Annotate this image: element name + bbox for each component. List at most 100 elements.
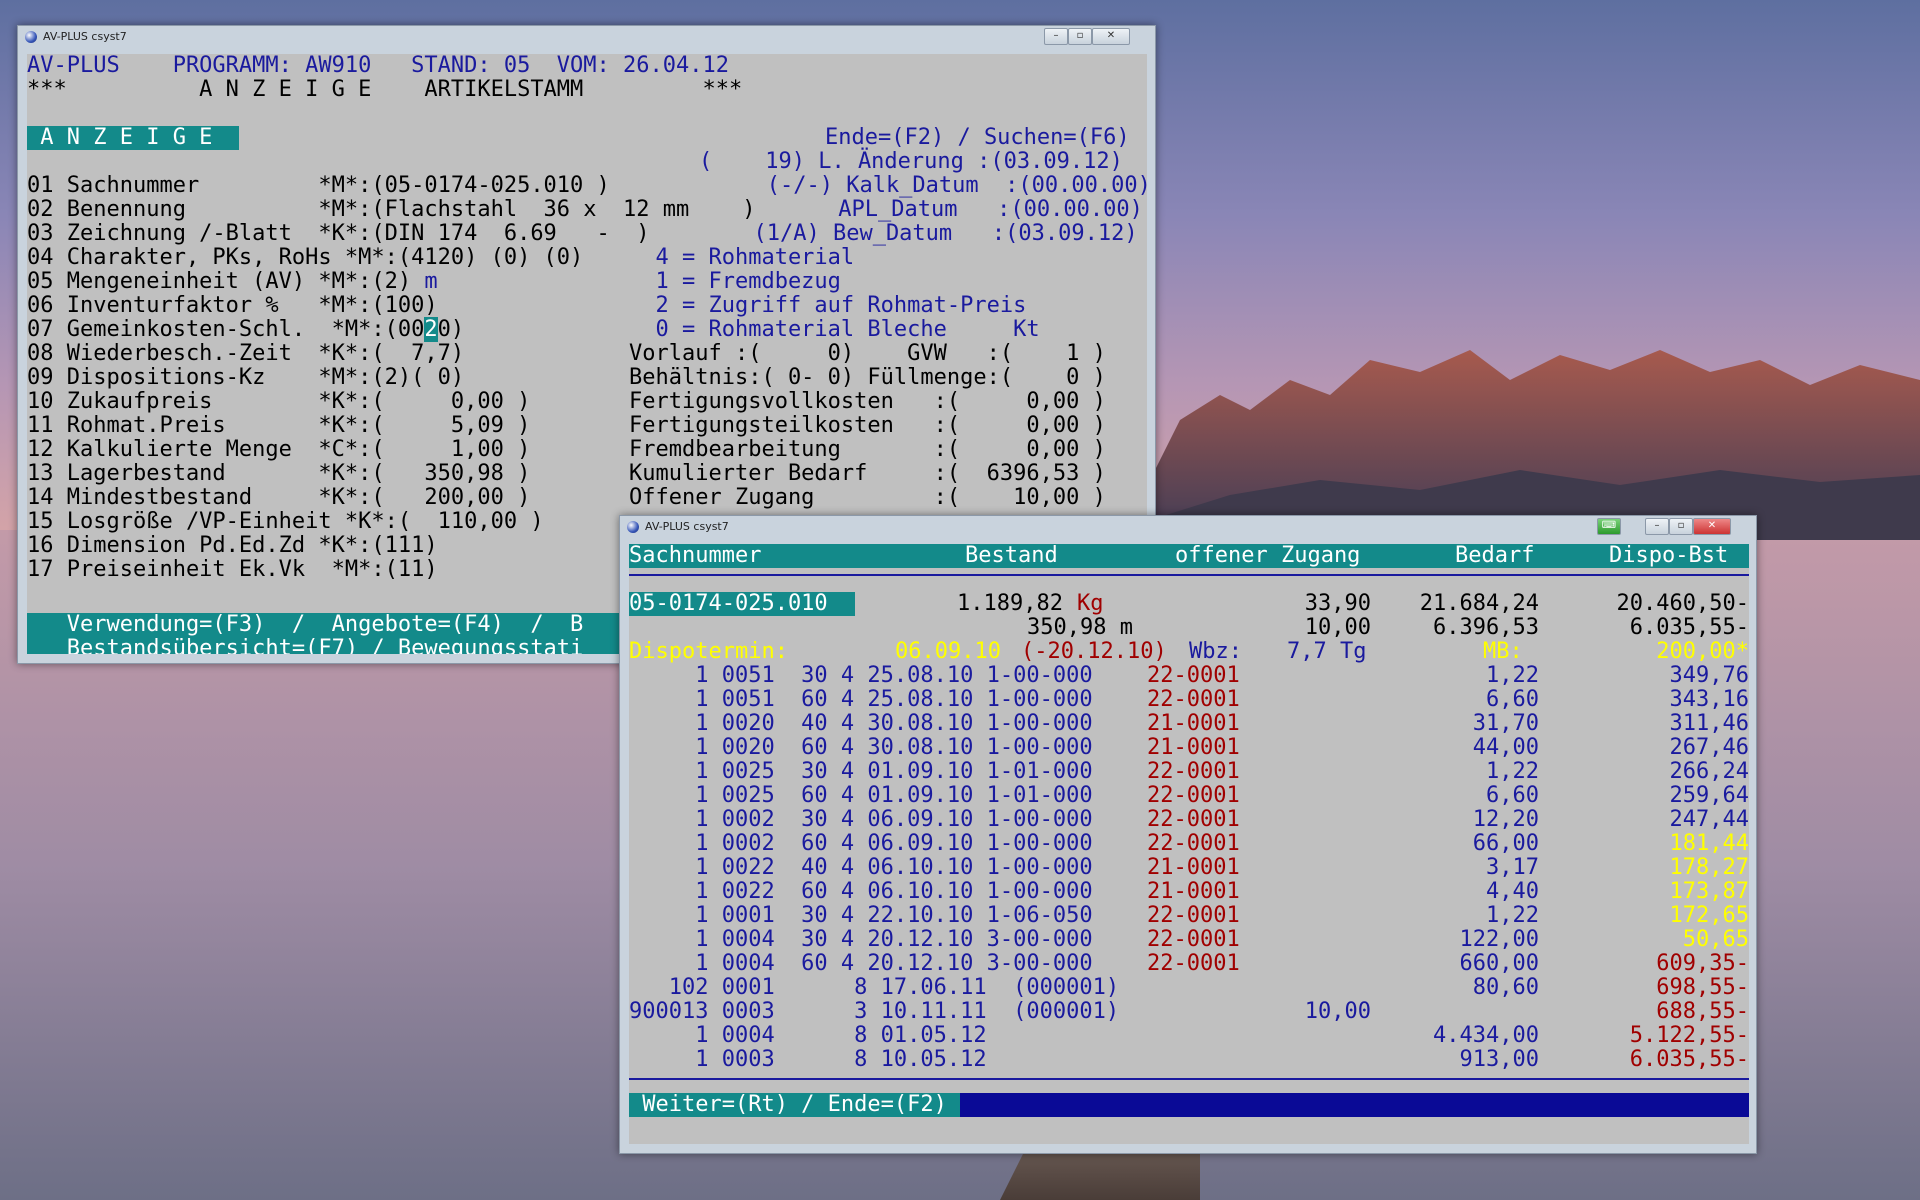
item-zugang: 33,90 [1304,591,1371,616]
row-bedarf: 913,00 [1459,1047,1539,1072]
row-bedarf: 44,00 [1472,735,1539,760]
field-label: 04 Charakter, PKs, RoHs *M*:(4120) (0) (… [27,245,584,270]
item-unit: Kg [1077,591,1104,616]
order-ref: 22-0001 [1147,783,1240,808]
item-zugang-2: 10,00 [1304,615,1371,640]
row-zugang: 10,00 [1304,999,1371,1024]
item-bestand: 1.189,82 [957,591,1063,616]
table-row: 1 0051 60 4 25.08.10 1-00-000 [629,687,1093,712]
field-label: 10 Zukaufpreis *K*:( 0,00 ) [27,389,531,414]
field-line: 17 Preiseinheit Ek.Vk *M*:(11) [27,558,438,582]
field-info: APL_Datum :(00.00.00) [825,197,1143,222]
field-line: 07 Gemeinkosten-Schl. *M*:(0020) [27,317,465,342]
field-line: 03 Zeichnung /-Blatt *K*:(DIN 174 6.69 -… [27,222,650,246]
field-label: 17 Preiseinheit Ek.Vk *M*:(11) [27,557,438,582]
order-ref: 22-0001 [1147,927,1240,952]
table-row: 1 0004 60 4 20.12.10 3-00-000 [629,951,1093,976]
field-line: 06 Inventurfaktor % *M*:(100) [27,294,438,318]
order-ref: 22-0001 [1147,687,1240,712]
order-ref: 21-0001 [1147,855,1240,880]
close-button[interactable]: ✕ [1693,518,1731,535]
row-bedarf: 122,00 [1459,927,1539,952]
row-bedarf: 3,17 [1486,855,1539,880]
field-line: 13 Lagerbestand *K*:( 350,98 ) [27,462,530,486]
field-line: 08 Wiederbesch.-Zeit *K*:( 7,7) [27,342,464,366]
field-line: 01 Sachnummer *M*:(05-0174-025.010 ) [27,174,610,198]
header-line-1: AV-PLUS PROGRAMM: AW910 STAND: 05 VOM: 2… [27,54,729,78]
stock-overview-window[interactable]: AV-PLUS csyst7 ⌨ – ▫ ✕ Sachnummer Bestan… [619,515,1757,1154]
row-dispo: 343,16 [1669,687,1749,712]
main-window-titlebar[interactable]: AV-PLUS csyst7 – ▫ ✕ [18,26,1155,48]
table-row: 1 0022 60 4 06.10.10 1-00-000 [629,879,1093,904]
field-label: 15 Losgröße /VP-Einheit *K*:( 110,00 ) [27,509,544,534]
field-label: 08 Wiederbesch.-Zeit *K*:( 7,7) [27,341,465,366]
field-label: 02 Benennung *M*:(Flachstahl 36 x 12 mm … [27,197,756,222]
row-dispo: 349,76 [1669,663,1749,688]
field-line: 04 Charakter, PKs, RoHs *M*:(4120) (0) (… [27,246,583,270]
col-offener-zugang: offener Zugang [1175,544,1361,568]
field-label: 03 Zeichnung /-Blatt *K*:(DIN 174 6.69 -… [27,221,650,246]
field-info: Behältnis:( 0- 0) Füllmenge:( 0 ) [629,365,1106,390]
field-label: 14 Mindestbestand *K*:( 200,00 ) [27,485,531,510]
close-button[interactable]: ✕ [1092,28,1130,45]
field-line: 09 Dispositions-Kz *M*:(2)( 0) [27,366,464,390]
field-label: 06 Inventurfaktor % *M*:(100) [27,293,438,318]
order-ref: 21-0001 [1147,735,1240,760]
field-info: Kumulierter Bedarf :( 6396,53 ) [629,461,1106,486]
order-ref: 21-0001 [1147,879,1240,904]
row-bedarf: 1,22 [1486,903,1539,928]
table-row: 1 0002 60 4 06.09.10 1-00-000 [629,831,1093,856]
text-cursor[interactable]: 2 [424,317,438,342]
stock-terminal[interactable]: Sachnummer Bestand offener Zugang Bedarf… [629,544,1749,1144]
field-info: Offener Zugang :( 10,00 ) [629,485,1106,510]
minimize-button[interactable]: – [1044,28,1068,45]
order-ref: 22-0001 [1147,951,1240,976]
header-line-2: *** A N Z E I G E ARTIKELSTAMM *** [27,77,743,102]
row-dispo: 247,44 [1669,807,1749,832]
field-label: 05 Mengeneinheit (AV) *M*:(2) [27,269,425,294]
field-info: Fremdbearbeitung :( 0,00 ) [629,437,1106,462]
row-dispo: 50,65 [1682,927,1749,952]
field-line: 11 Rohmat.Preis *K*:( 5,09 ) [27,414,530,438]
field-info: (-/-) Kalk_Datum :(00.00.00) [727,173,1147,198]
field-label: 13 Lagerbestand *K*:( 350,98 ) [27,461,531,486]
mb-value: 200,00* [1656,639,1749,664]
mode-label: A N Z E I G E [27,126,239,150]
footer-keys: Weiter=(Rt) / Ende=(F2) [629,1092,961,1117]
row-bedarf: 31,70 [1472,711,1539,736]
field-line: 10 Zukaufpreis *K*:( 0,00 ) [27,390,530,414]
table-row: 1 0003 8 10.05.12 [629,1047,987,1072]
field-info: (1/A) Bew_Datum :(03.09.12) [727,221,1138,246]
row-dispo: 173,87 [1669,879,1749,904]
maximize-button[interactable]: ▫ [1669,518,1693,535]
table-row: 900013 0003 3 10.11.11 (000001) [629,999,1120,1024]
function-keys-top: Ende=(F2) / Suchen=(F6) [825,125,1130,150]
col-dispo-bst: Dispo-Bst [1609,544,1729,568]
keyboard-icon[interactable]: ⌨ [1597,518,1621,535]
order-ref: 22-0001 [1147,831,1240,856]
minimize-button[interactable]: – [1645,518,1669,535]
item-bestand-2: 350,98 m [1027,615,1133,640]
stock-window-titlebar[interactable]: AV-PLUS csyst7 ⌨ – ▫ ✕ [620,516,1756,538]
field-label: 09 Dispositions-Kz *M*:(2)( 0) [27,365,465,390]
row-dispo: 178,27 [1669,855,1749,880]
field-line: 12 Kalkulierte Menge *C*:( 1,00 ) [27,438,530,462]
field-line: 16 Dimension Pd.Ed.Zd *K*:(111) [27,534,438,558]
table-row: 1 0020 60 4 30.08.10 1-00-000 [629,735,1093,760]
field-info: Fertigungsteilkosten :( 0,00 ) [629,413,1106,438]
field-label: 16 Dimension Pd.Ed.Zd *K*:(111) [27,533,438,558]
row-dispo: 267,46 [1669,735,1749,760]
table-row: 1 0001 30 4 22.10.10 1-06-050 [629,903,1093,928]
field-line: 14 Mindestbestand *K*:( 200,00 ) [27,486,530,510]
row-dispo: 609,35- [1656,951,1749,976]
dispo-date: 06.09.10 [895,639,1001,664]
field-line: 05 Mengeneinheit (AV) *M*:(2) m [27,270,438,294]
window-title: AV-PLUS csyst7 [645,520,729,533]
dispo-label: Dispotermin: [629,639,788,664]
row-dispo: 259,64 [1669,783,1749,808]
row-bedarf: 66,00 [1472,831,1539,856]
maximize-button[interactable]: ▫ [1068,28,1092,45]
dispo-date-2: (-20.12.10) [1021,639,1167,664]
field-value: 0) [437,317,465,342]
row-dispo: 688,55- [1656,999,1749,1024]
